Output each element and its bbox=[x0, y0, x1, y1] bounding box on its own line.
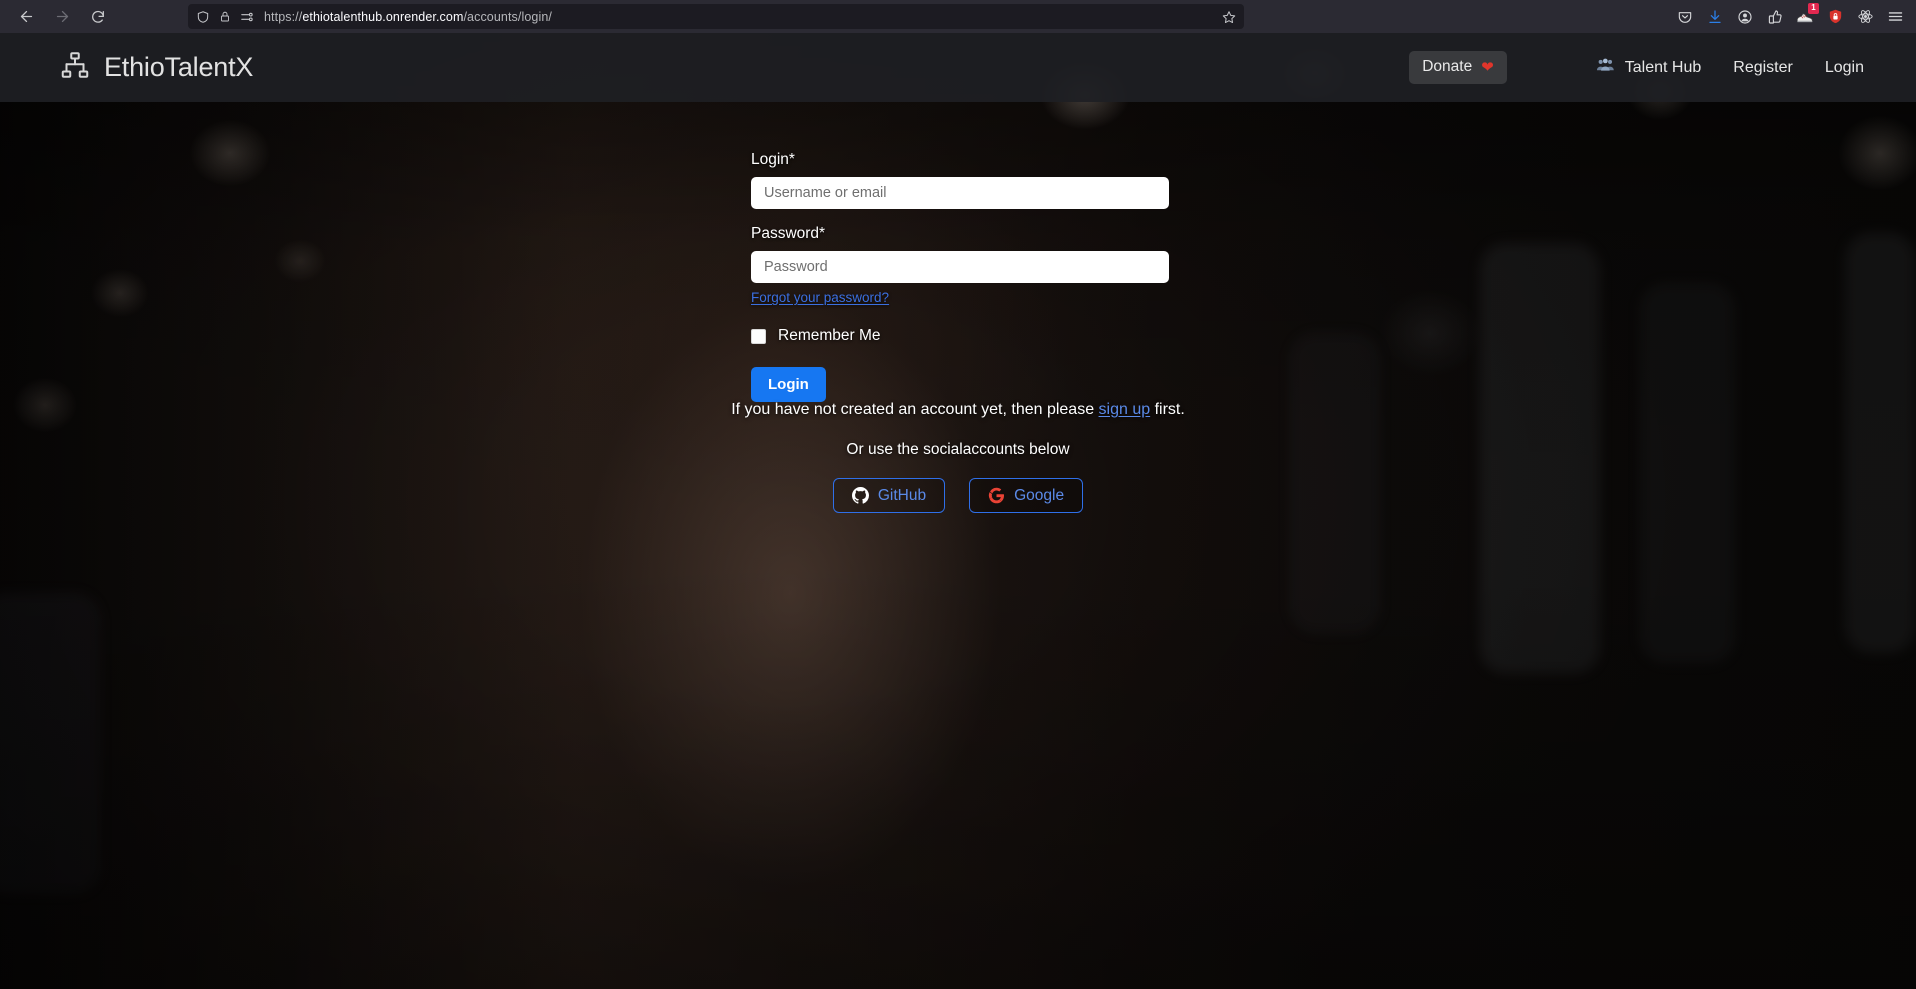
page-viewport: EthioTalentX Donate ❤ Talent Hub Registe… bbox=[0, 33, 1916, 989]
browser-toolbar: https://ethiotalenthub.onrender.com/acco… bbox=[0, 0, 1916, 33]
remember-me-checkbox[interactable] bbox=[751, 328, 766, 344]
signup-link[interactable]: sign up bbox=[1099, 401, 1151, 418]
nav-label: Talent Hub bbox=[1624, 58, 1702, 76]
downloads-icon[interactable] bbox=[1700, 3, 1730, 31]
address-bar[interactable]: https://ethiotalenthub.onrender.com/acco… bbox=[188, 4, 1244, 29]
users-group-icon bbox=[1595, 57, 1616, 78]
site-header: EthioTalentX Donate ❤ Talent Hub Registe… bbox=[0, 33, 1916, 102]
login-field-label: Login* bbox=[751, 151, 795, 168]
star-icon[interactable] bbox=[1222, 10, 1236, 24]
page-settings-icon[interactable] bbox=[240, 10, 254, 24]
google-login-button[interactable]: Google bbox=[969, 478, 1084, 513]
social-label: Google bbox=[1014, 486, 1065, 504]
sitemap-icon bbox=[60, 50, 90, 85]
github-login-button[interactable]: GitHub bbox=[832, 478, 946, 513]
remember-me-row: Remember Me bbox=[751, 327, 1169, 345]
browser-nav-buttons bbox=[0, 3, 114, 31]
heart-icon: ❤ bbox=[1481, 58, 1494, 76]
url-protocol: https:// bbox=[264, 9, 303, 24]
reload-icon[interactable] bbox=[82, 3, 114, 31]
nav-label: Login bbox=[1824, 58, 1864, 76]
nav-register[interactable]: Register bbox=[1733, 59, 1793, 77]
header-nav: Donate ❤ Talent Hub Register Login bbox=[1409, 51, 1864, 84]
login-form: Login* Password* Forgot your password? R… bbox=[751, 151, 1169, 402]
brand-logo[interactable]: EthioTalentX bbox=[60, 50, 253, 85]
pocket-icon[interactable] bbox=[1670, 3, 1700, 31]
react-devtools-icon[interactable] bbox=[1850, 3, 1880, 31]
nav-talent-hub[interactable]: Talent Hub bbox=[1595, 57, 1702, 78]
nav-login[interactable]: Login bbox=[1825, 59, 1864, 77]
shield-icon[interactable] bbox=[196, 10, 210, 24]
app-menu-icon[interactable] bbox=[1880, 3, 1910, 31]
remember-me-label[interactable]: Remember Me bbox=[778, 327, 881, 345]
address-bar-icons bbox=[196, 10, 254, 24]
nav-label: Register bbox=[1733, 58, 1793, 76]
signup-prompt: If you have not created an account yet, … bbox=[0, 401, 1916, 419]
social-label: GitHub bbox=[877, 486, 927, 504]
github-icon bbox=[851, 487, 869, 504]
donate-label: Donate bbox=[1422, 58, 1473, 75]
thumbs-up-extension-icon[interactable] bbox=[1760, 3, 1790, 31]
google-g-icon bbox=[988, 487, 1005, 504]
signup-prompt-prefix: If you have not created an account yet, … bbox=[731, 401, 1099, 418]
password-input[interactable] bbox=[751, 251, 1169, 283]
url-path: /accounts/login/ bbox=[463, 9, 552, 24]
padlock-icon[interactable] bbox=[219, 10, 231, 23]
forgot-password-link[interactable]: Forgot your password? bbox=[751, 290, 889, 305]
login-submit-button[interactable]: Login bbox=[751, 367, 826, 402]
account-icon[interactable] bbox=[1730, 3, 1760, 31]
login-input[interactable] bbox=[751, 177, 1169, 209]
url-text[interactable]: https://ethiotalenthub.onrender.com/acco… bbox=[264, 10, 1214, 24]
password-field-label: Password* bbox=[751, 225, 826, 242]
extension-badge-count: 1 bbox=[1808, 2, 1819, 14]
signup-prompt-suffix: first. bbox=[1150, 401, 1185, 418]
back-arrow-icon[interactable] bbox=[10, 3, 42, 31]
social-login-buttons: GitHub Google bbox=[0, 478, 1916, 513]
brand-name: EthioTalentX bbox=[104, 52, 254, 82]
forward-arrow-icon[interactable] bbox=[46, 3, 78, 31]
sneaker-extension-icon[interactable]: 1 bbox=[1790, 2, 1820, 31]
shield-extension-icon[interactable] bbox=[1820, 3, 1850, 31]
url-domain: ethiotalenthub.onrender.com bbox=[302, 9, 464, 24]
donate-button[interactable]: Donate ❤ bbox=[1409, 51, 1507, 84]
browser-extension-toolbar: 1 bbox=[1670, 0, 1910, 33]
social-heading: Or use the socialaccounts below bbox=[846, 441, 1070, 458]
